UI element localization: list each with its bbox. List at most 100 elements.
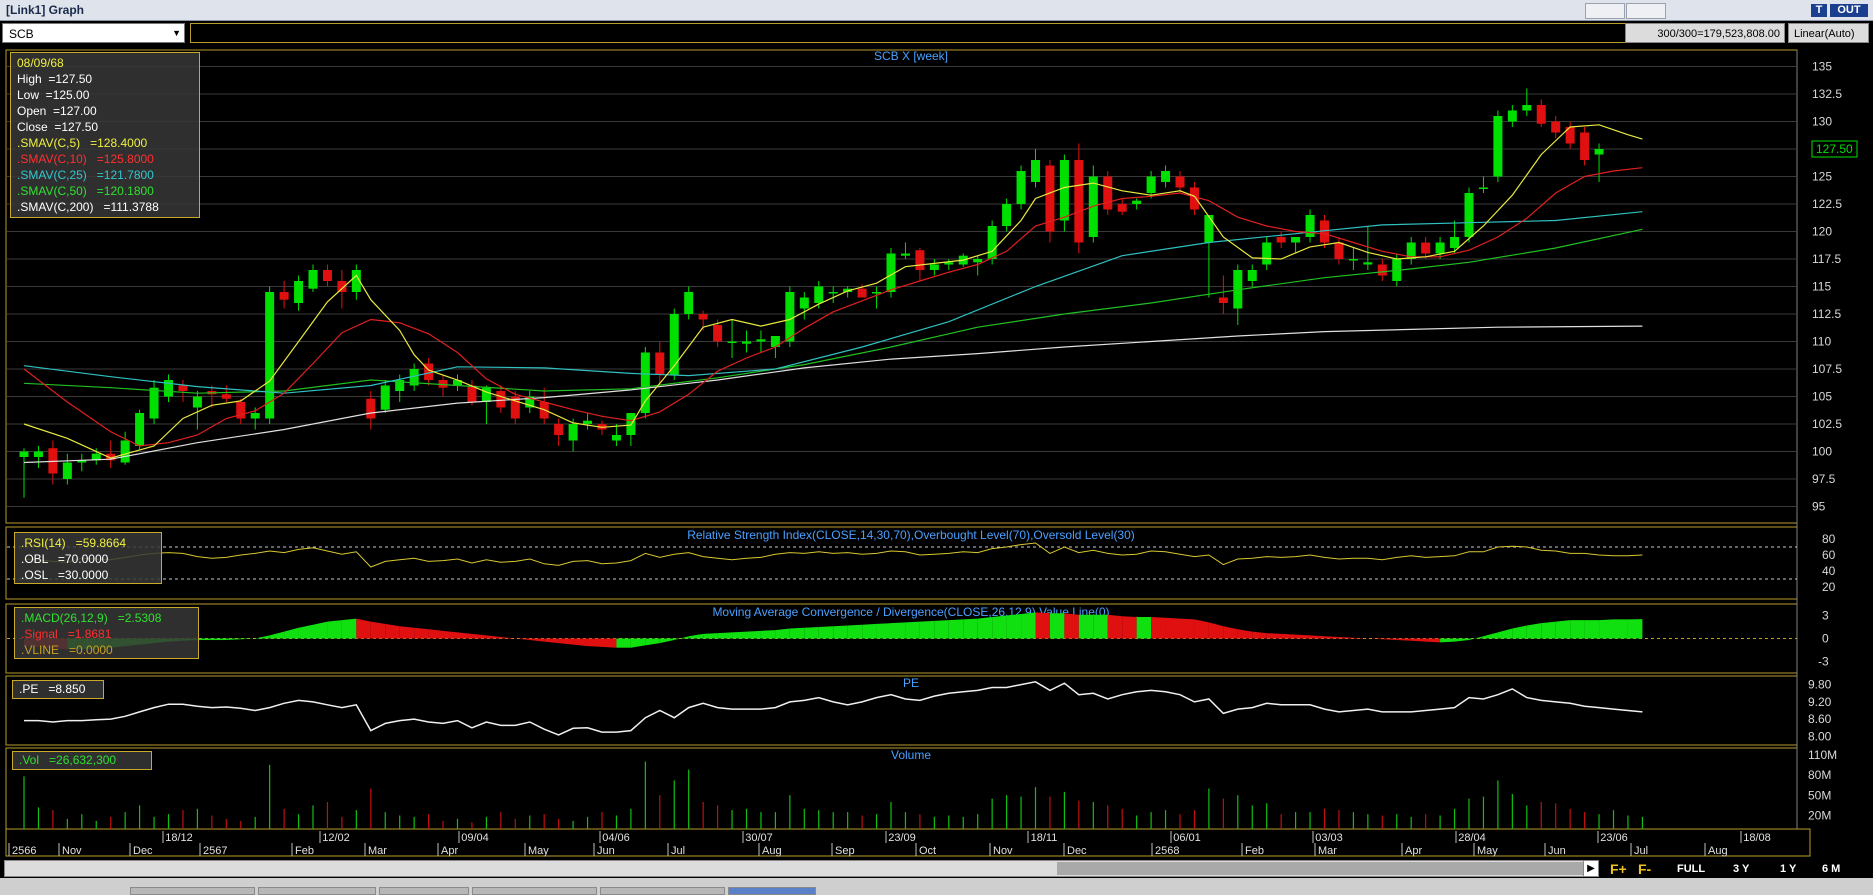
symbol-value: SCB <box>9 27 34 41</box>
macd-bar <box>1338 636 1354 639</box>
macd-bar <box>818 626 834 639</box>
legend-date: 08/09/68 <box>17 56 64 70</box>
rsi-y-tick: 40 <box>1822 564 1836 578</box>
macd-bar <box>659 638 675 644</box>
chart-toolbar: SCB ▼ 300/300=179,523,808.00 Linear(Auto… <box>0 21 1873 45</box>
range-3y-button[interactable]: 3 Y <box>1733 861 1749 877</box>
macd-bar <box>1093 614 1108 639</box>
legend-rsi: .RSI(14) =59.8664 <box>21 536 127 550</box>
price-y-tick: 110 <box>1812 335 1831 349</box>
macd-bar <box>1555 620 1571 639</box>
candle-body <box>929 264 939 270</box>
macd-bar <box>226 638 241 641</box>
candle-body <box>1175 176 1185 188</box>
window-control-button[interactable] <box>1626 3 1666 19</box>
candle-body <box>308 270 318 289</box>
x-axis-label-month: Mar <box>368 845 387 857</box>
candle-body <box>799 297 809 309</box>
out-button[interactable]: OUT <box>1830 4 1868 17</box>
window-tab[interactable] <box>379 887 469 895</box>
candle-body <box>814 286 824 303</box>
candle-body <box>915 250 925 270</box>
macd-bar <box>847 624 863 639</box>
macd-bar <box>1237 629 1253 639</box>
scrollbar-thumb[interactable] <box>1057 862 1587 875</box>
scale-mode-text: Linear(Auto) <box>1794 28 1855 40</box>
macd-bar <box>1295 634 1311 639</box>
x-axis-label-month: Nov <box>62 845 82 857</box>
price-y-tick: 132.5 <box>1812 87 1842 101</box>
macd-bar <box>399 626 415 639</box>
window-control-button[interactable] <box>1585 3 1625 19</box>
macd-bar <box>255 635 270 639</box>
macd-legend: .MACD(26,12,9) =2.5308 .Signal =1.8681 .… <box>14 607 199 659</box>
x-axis-label-month: Dec <box>1067 845 1087 857</box>
candle-body <box>785 292 795 342</box>
x-axis-label-month: Apr <box>1405 845 1422 857</box>
window-tab[interactable] <box>600 887 725 895</box>
horizontal-scrollbar[interactable] <box>4 860 1599 877</box>
candle-body <box>640 352 650 413</box>
chart-area[interactable]: 135132.5130127.5125122.5120117.5115112.5… <box>0 45 1873 858</box>
candle-body <box>221 394 231 399</box>
window-tab[interactable] <box>130 887 255 895</box>
x-axis-label-month: Nov <box>993 845 1013 857</box>
macd-bar <box>197 638 212 641</box>
macd-bar <box>1266 633 1282 639</box>
candle-body <box>583 420 593 424</box>
window-tab[interactable] <box>258 887 376 895</box>
x-axis-label-month: 2568 <box>1155 845 1179 857</box>
candle-body <box>900 253 910 256</box>
x-axis-label-date: 18/12 <box>165 832 193 844</box>
scroll-right-arrow-icon[interactable]: ▶ <box>1583 860 1599 877</box>
volume-y-tick: 110M <box>1808 748 1837 762</box>
macd-bar <box>327 620 342 639</box>
macd-bar <box>732 631 747 639</box>
legend-sma10: .SMAV(C,10) =125.8000 <box>17 152 154 166</box>
rsi-y-tick: 20 <box>1822 580 1836 594</box>
macd-bar <box>645 638 660 646</box>
candle-body <box>62 462 72 479</box>
macd-bar <box>1497 628 1513 639</box>
symbol-select[interactable]: SCB ▼ <box>2 23 185 43</box>
rsi-y-tick: 60 <box>1822 548 1836 562</box>
price-y-tick: 102.5 <box>1812 417 1842 431</box>
macd-bar <box>1396 638 1412 641</box>
macd-bar <box>1440 638 1455 643</box>
zoom-out-button[interactable]: F- <box>1638 861 1651 877</box>
macd-bar <box>905 621 920 639</box>
candle-body <box>294 281 304 303</box>
t-button[interactable]: T <box>1811 4 1827 17</box>
zoom-in-button[interactable]: F+ <box>1610 861 1627 877</box>
x-axis-label-month: Feb <box>295 845 314 857</box>
range-full-button[interactable]: FULL <box>1677 861 1705 877</box>
macd-bar <box>1151 617 1166 639</box>
candle-body <box>1132 200 1142 204</box>
macd-bar <box>616 638 631 648</box>
range-6m-button[interactable]: 6 M <box>1822 861 1840 877</box>
dropdown-arrow-icon[interactable]: ▼ <box>172 28 181 38</box>
window-tab[interactable] <box>728 887 816 895</box>
macd-bar <box>1223 626 1238 639</box>
range-1y-button[interactable]: 1 Y <box>1780 861 1796 877</box>
price-y-tick: 117.5 <box>1812 252 1841 266</box>
macd-bar <box>211 638 227 641</box>
x-axis-label-date: 04/06 <box>602 832 630 844</box>
legend-close: Close =127.50 <box>17 120 99 134</box>
macd-bar <box>703 633 718 639</box>
legend-sma5: .SMAV(C,5) =128.4000 <box>17 136 148 150</box>
x-axis-label-month: Jul <box>671 845 685 857</box>
scale-mode-button[interactable]: Linear(Auto) <box>1788 23 1869 43</box>
price-y-tick: 135 <box>1812 60 1832 74</box>
x-axis-label-month: 2566 <box>12 845 36 857</box>
price-y-tick: 107.5 <box>1812 362 1842 376</box>
macd-bar <box>313 621 328 639</box>
macd-bar <box>876 623 891 639</box>
window-tab[interactable] <box>472 887 597 895</box>
candle-body <box>33 451 43 457</box>
price-legend: 08/09/68 High =127.50 Low =125.00 Open =… <box>10 52 200 218</box>
price-y-tick: 105 <box>1812 390 1832 404</box>
macd-bar <box>1526 623 1542 639</box>
macd-bar <box>587 638 602 647</box>
candle-body <box>1002 204 1012 226</box>
